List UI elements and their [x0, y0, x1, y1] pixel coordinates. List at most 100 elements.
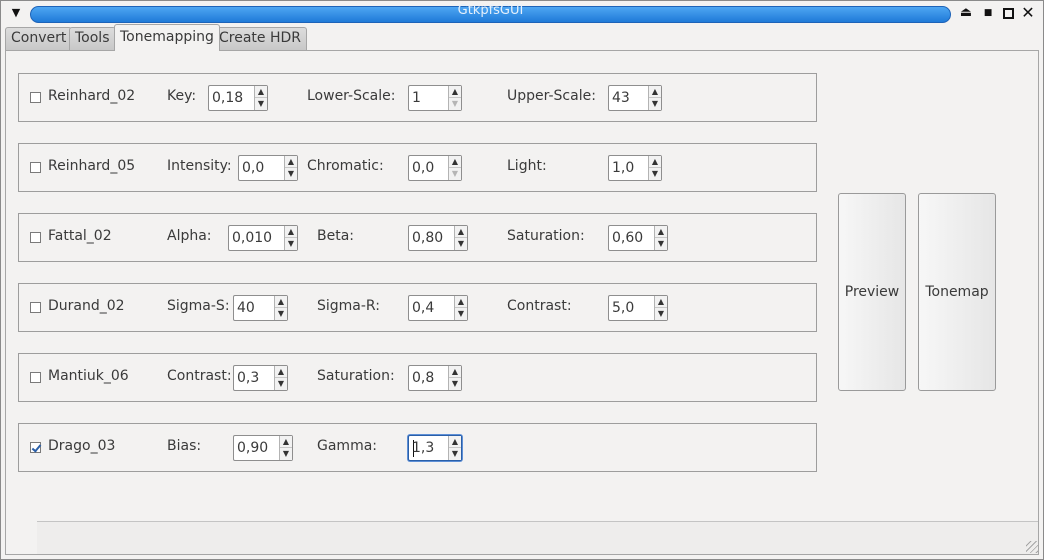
spin-up-icon[interactable]: ▲	[455, 226, 467, 238]
spin-value: 0,0	[242, 160, 265, 176]
spin-value: 40	[237, 300, 255, 316]
spin-value: 43	[612, 90, 630, 106]
spin-down-icon[interactable]: ▼	[649, 168, 661, 180]
tonemap-button[interactable]: Tonemap	[918, 193, 996, 391]
eject-icon[interactable]: ⏏	[958, 5, 974, 21]
spin-down-icon[interactable]: ▼	[655, 238, 667, 250]
gamma-spinbox[interactable]: 1,3 ▲ ▼	[408, 435, 462, 461]
sigma-r-spinbox[interactable]: 0,4 ▲ ▼	[408, 295, 468, 321]
operator-row-durand-02: Durand_02 Sigma-S: 40 ▲ ▼ Sigma-R: 0,4 ▲ ▼…	[18, 283, 817, 332]
operator-name: Mantiuk_06	[48, 368, 129, 384]
chromatic-spinbox[interactable]: 0,0 ▲ ▼	[408, 155, 462, 181]
spin-value: 1,0	[612, 160, 635, 176]
param-label: Bias:	[167, 438, 202, 454]
spin-down-icon[interactable]: ▼	[449, 98, 461, 110]
light-spinbox[interactable]: 1,0 ▲ ▼	[608, 155, 662, 181]
spin-down-icon[interactable]: ▼	[455, 308, 467, 320]
spin-up-icon[interactable]: ▲	[275, 366, 287, 378]
tab-tools[interactable]: Tools	[69, 27, 116, 50]
spin-up-icon[interactable]: ▲	[649, 156, 661, 168]
operator-name: Fattal_02	[48, 228, 112, 244]
spin-up-icon[interactable]: ▲	[449, 86, 461, 98]
spin-down-icon[interactable]: ▼	[449, 378, 461, 390]
lower-scale-spinbox[interactable]: 1 ▲ ▼	[408, 85, 462, 111]
operator-name: Reinhard_02	[48, 88, 136, 104]
spin-up-icon[interactable]: ▲	[280, 436, 292, 448]
operator-row-drago-03: Drago_03 Bias: 0,90 ▲ ▼ Gamma: 1,3 ▲ ▼	[18, 423, 817, 472]
param-label: Gamma:	[317, 438, 377, 454]
spin-down-icon[interactable]: ▼	[655, 308, 667, 320]
preview-button[interactable]: Preview	[838, 193, 906, 391]
spin-down-icon[interactable]: ▼	[285, 168, 297, 180]
operator-checkbox[interactable]	[30, 162, 41, 173]
spin-up-icon[interactable]: ▲	[285, 156, 297, 168]
close-icon[interactable]: ✕	[1020, 5, 1036, 21]
param-label: Light:	[507, 158, 547, 174]
key-spinbox[interactable]: 0,18 ▲ ▼	[208, 85, 268, 111]
spin-down-icon[interactable]: ▼	[280, 448, 292, 460]
spin-up-icon[interactable]: ▲	[649, 86, 661, 98]
operator-checkbox[interactable]	[30, 302, 41, 313]
chevron-down-icon[interactable]: ▼	[8, 5, 24, 21]
spin-up-icon[interactable]: ▲	[449, 366, 461, 378]
param-label: Upper-Scale:	[507, 88, 596, 104]
spin-value: 0,60	[612, 230, 644, 246]
saturation-spinbox[interactable]: 0,60 ▲ ▼	[608, 225, 668, 251]
tab-create-hdr[interactable]: Create HDR	[213, 27, 308, 50]
spin-up-icon[interactable]: ▲	[455, 296, 467, 308]
spin-up-icon[interactable]: ▲	[655, 296, 667, 308]
param-label: Beta:	[317, 228, 355, 244]
param-label: Key:	[167, 88, 197, 104]
param-label: Saturation:	[507, 228, 585, 244]
intensity-spinbox[interactable]: 0,0 ▲ ▼	[238, 155, 298, 181]
param-label: Sigma-R:	[317, 298, 380, 314]
title-pill[interactable]: GtkpfsGUI	[30, 3, 951, 23]
spin-down-icon[interactable]: ▼	[449, 168, 461, 180]
bias-spinbox[interactable]: 0,90 ▲ ▼	[233, 435, 293, 461]
spin-down-icon[interactable]: ▼	[449, 448, 461, 460]
sigma-s-spinbox[interactable]: 40 ▲ ▼	[233, 295, 288, 321]
spin-down-icon[interactable]: ▼	[649, 98, 661, 110]
spin-up-icon[interactable]: ▲	[449, 156, 461, 168]
alpha-spinbox[interactable]: 0,010 ▲ ▼	[228, 225, 298, 251]
param-label: Contrast:	[167, 368, 232, 384]
spin-down-icon[interactable]: ▼	[275, 308, 287, 320]
contrast-spinbox[interactable]: 5,0 ▲ ▼	[608, 295, 668, 321]
upper-scale-spinbox[interactable]: 43 ▲ ▼	[608, 85, 662, 111]
operator-name: Drago_03	[48, 438, 116, 454]
title-bar[interactable]: ▼ GtkpfsGUI ⏏ ■ ✕	[0, 0, 1044, 26]
operator-checkbox[interactable]	[30, 92, 41, 103]
minimize-icon[interactable]: ■	[980, 5, 996, 21]
status-bar	[37, 521, 1038, 554]
spin-value: 0,80	[412, 230, 444, 246]
spin-value: 1	[412, 90, 421, 106]
spin-value: 1,3	[412, 440, 435, 456]
operator-row-mantiuk-06: Mantiuk_06 Contrast: 0,3 ▲ ▼ Saturation: …	[18, 353, 817, 402]
spin-value: 0,8	[412, 370, 435, 386]
spin-up-icon[interactable]: ▲	[255, 86, 267, 98]
beta-spinbox[interactable]: 0,80 ▲ ▼	[408, 225, 468, 251]
operator-name: Reinhard_05	[48, 158, 136, 174]
operator-name: Durand_02	[48, 298, 125, 314]
resize-grip-icon[interactable]	[1026, 541, 1038, 553]
spin-up-icon[interactable]: ▲	[449, 436, 461, 448]
spin-down-icon[interactable]: ▼	[255, 98, 267, 110]
saturation-spinbox[interactable]: 0,8 ▲ ▼	[408, 365, 462, 391]
operator-checkbox[interactable]	[30, 442, 41, 453]
operator-row-reinhard-02: Reinhard_02 Key: 0,18 ▲ ▼ Lower-Scale: 1 …	[18, 73, 817, 122]
spin-up-icon[interactable]: ▲	[275, 296, 287, 308]
spin-value: 0,18	[212, 90, 244, 106]
tab-tonemapping[interactable]: Tonemapping	[114, 24, 220, 51]
spin-up-icon[interactable]: ▲	[285, 226, 297, 238]
spin-down-icon[interactable]: ▼	[285, 238, 297, 250]
operator-checkbox[interactable]	[30, 232, 41, 243]
spin-up-icon[interactable]: ▲	[655, 226, 667, 238]
tab-convert[interactable]: Convert	[5, 27, 73, 50]
maximize-icon[interactable]	[1000, 5, 1016, 21]
spin-down-icon[interactable]: ▼	[275, 378, 287, 390]
contrast-spinbox[interactable]: 0,3 ▲ ▼	[233, 365, 288, 391]
param-label: Sigma-S:	[167, 298, 230, 314]
spin-down-icon[interactable]: ▼	[455, 238, 467, 250]
param-label: Contrast:	[507, 298, 572, 314]
operator-checkbox[interactable]	[30, 372, 41, 383]
